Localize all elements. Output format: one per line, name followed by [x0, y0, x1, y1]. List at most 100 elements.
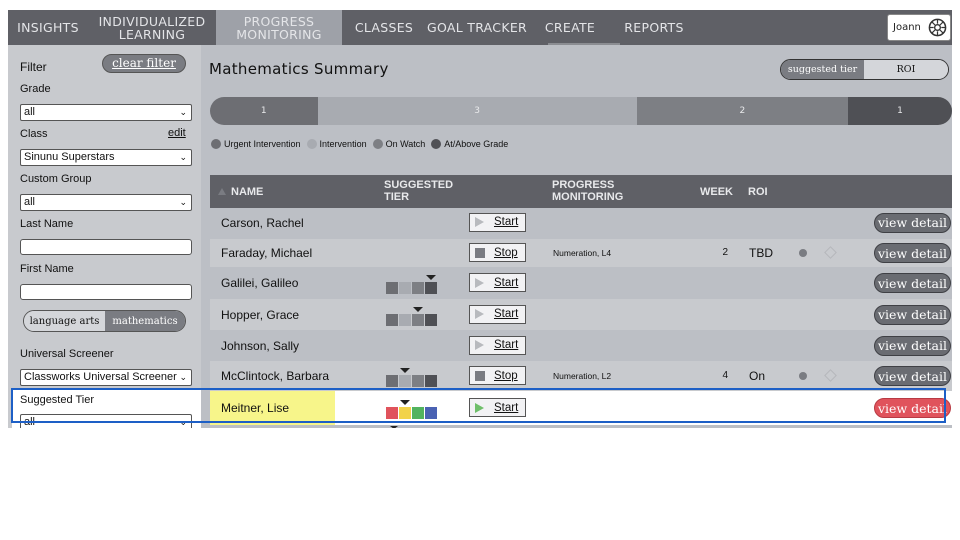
suggested-tier-value: all [24, 416, 36, 428]
first-name-input[interactable] [20, 284, 192, 300]
subject-toggle: language arts mathematics [23, 310, 186, 332]
table-row[interactable]: Hopper, Grace Start view detail [210, 299, 952, 330]
diamond-icon [824, 369, 837, 382]
legend-item: Intervention [306, 139, 367, 149]
table-row[interactable]: Faraday, Michael Stop Numeration, L4 2 TBD vi… [210, 239, 952, 267]
nav-classes[interactable]: CLASSES [350, 10, 418, 45]
roi-value: On [749, 369, 766, 383]
legend-item: On Watch [372, 139, 425, 149]
play-icon [475, 277, 484, 288]
view-suggested-tier[interactable]: suggested tier [781, 60, 864, 79]
action-label: Start [494, 401, 519, 414]
last-name-input[interactable] [20, 239, 192, 255]
header-week: WEEK [700, 186, 733, 198]
distribution-segment: 3 [317, 97, 637, 125]
suggested-tier-select[interactable]: all ⌄ [20, 414, 192, 428]
page-title: Mathematics Summary [209, 60, 389, 78]
play-icon [475, 340, 484, 350]
table-row[interactable]: Meitner, Lise Start view detail [210, 391, 952, 425]
student-name[interactable]: Hopper, Grace [221, 308, 299, 322]
start-button[interactable]: Start [469, 398, 526, 417]
stop-icon [475, 247, 485, 258]
table-row[interactable]: Johnson, Sally Start view detail [210, 330, 952, 361]
custom-group-select-value: all [24, 196, 36, 208]
custom-group-select[interactable]: all ⌄ [20, 194, 192, 211]
chevron-down-icon: ⌄ [179, 152, 187, 162]
view-toggle: suggested tier ROI [780, 59, 949, 80]
stop-button[interactable]: Stop [469, 366, 526, 385]
view-detail-button[interactable]: view detail [874, 273, 951, 293]
start-button[interactable]: Start [469, 304, 526, 324]
student-name[interactable]: Faraday, Michael [221, 246, 312, 260]
tier-block [412, 313, 424, 326]
stop-button[interactable]: Stop [469, 243, 526, 262]
user-name: Joann [893, 22, 921, 33]
legend-item: At/Above Grade [431, 139, 508, 149]
roi-value: TBD [749, 246, 773, 260]
view-detail-button[interactable]: view detail [874, 398, 951, 418]
tier-block [412, 375, 424, 387]
view-detail-button[interactable]: view detail [874, 335, 951, 356]
tier-block [386, 282, 398, 294]
action-label: Start [494, 216, 519, 228]
action-label: Start [494, 276, 519, 289]
action-label: Stop [494, 246, 518, 259]
nav-individualized-learning[interactable]: INDIVIDUALIZED LEARNING [96, 10, 208, 45]
user-menu[interactable]: Joann [887, 14, 951, 41]
tier-block [399, 282, 411, 294]
table-row[interactable]: Galilei, Galileo Start view detail [210, 267, 952, 299]
view-detail-button[interactable]: view detail [874, 366, 951, 386]
tier-indicator [386, 400, 437, 419]
legend-dot [306, 139, 317, 149]
student-name[interactable]: Galilei, Galileo [221, 276, 298, 290]
legend-dot [431, 139, 442, 149]
nav-reports[interactable]: REPORTS [618, 10, 690, 45]
first-name-label: First Name [20, 263, 74, 275]
subject-mathematics[interactable]: mathematics [105, 311, 185, 331]
view-detail-button[interactable]: view detail [874, 243, 951, 263]
nav-create[interactable]: CREATE [538, 10, 602, 45]
tier-marker-peek [390, 426, 398, 428]
legend-label: At/Above Grade [444, 139, 509, 149]
table-row[interactable]: Carson, Rachel Start view detail [210, 208, 952, 237]
student-name[interactable]: Meitner, Lise [221, 401, 289, 415]
view-detail-button[interactable]: view detail [874, 304, 951, 325]
status-dot-icon [799, 249, 807, 257]
view-roi[interactable]: ROI [864, 60, 948, 79]
header-roi: ROI [748, 186, 768, 198]
nav-goal-tracker[interactable]: GOAL TRACKER [426, 10, 528, 45]
class-select[interactable]: Sinunu Superstars ⌄ [20, 149, 192, 166]
edit-class-link[interactable]: edit [168, 127, 186, 139]
tier-legend: Urgent Intervention Intervention On Watch A… [211, 139, 514, 149]
student-name[interactable]: Johnson, Sally [221, 339, 299, 353]
student-name[interactable]: McClintock, Barbara [221, 369, 329, 383]
sort-up-icon[interactable] [218, 188, 226, 195]
start-button[interactable]: Start [469, 212, 526, 232]
clear-filter-button[interactable]: clear filter [102, 54, 186, 73]
tier-block [425, 282, 437, 294]
header-suggested-tier: SUGGESTED TIER [384, 179, 454, 203]
subject-language-arts[interactable]: language arts [24, 311, 105, 331]
tier-block [386, 313, 398, 326]
start-button[interactable]: Start [469, 335, 526, 355]
tier-indicator [386, 368, 437, 387]
distribution-segment: 1 [210, 97, 318, 125]
student-name[interactable]: Carson, Rachel [221, 216, 304, 230]
header-name[interactable]: NAME [231, 186, 263, 198]
table-row[interactable]: McClintock, Barbara Stop Numeration, L2 4 On… [210, 361, 952, 391]
nav-insights[interactable]: INSIGHTS [8, 10, 88, 45]
tier-block [399, 407, 411, 419]
legend-dot [211, 139, 221, 149]
start-button[interactable]: Start [469, 273, 526, 292]
week-value: 2 [722, 247, 728, 258]
play-icon [475, 309, 484, 319]
tier-block [399, 313, 411, 326]
universal-screener-select[interactable]: Classworks Universal Screener ⌄ [20, 369, 192, 386]
view-detail-button[interactable]: view detail [874, 212, 951, 233]
tier-marker [400, 400, 410, 405]
class-label: Class [20, 128, 48, 140]
legend-dot [372, 139, 383, 149]
nav-progress-monitoring[interactable]: PROGRESS MONITORING [216, 10, 342, 45]
tier-block [412, 407, 424, 419]
grade-select[interactable]: all ⌄ [20, 104, 192, 121]
